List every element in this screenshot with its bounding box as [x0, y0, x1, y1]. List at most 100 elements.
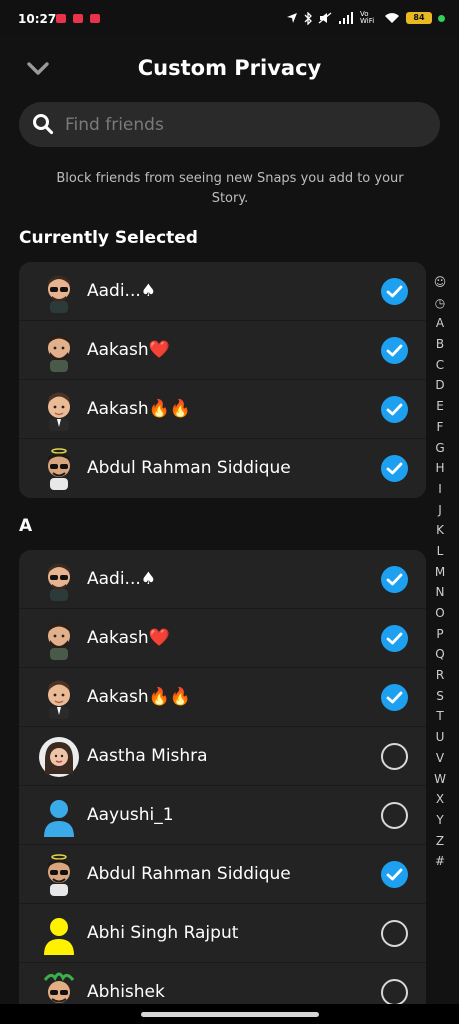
- alphabet-index[interactable]: ☺ ◷ A B C D E F G H I J K L M N O P Q R S T U V W X Y Z #: [430, 272, 450, 872]
- alphabet-index-letter[interactable]: W: [434, 769, 446, 790]
- friend-row[interactable]: Aadi...♠: [19, 550, 426, 609]
- section-title-currently-selected: Currently Selected: [19, 228, 198, 248]
- alphabet-index-letter[interactable]: U: [436, 727, 445, 748]
- header: Custom Privacy: [0, 36, 459, 100]
- alphabet-index-letter[interactable]: Y: [436, 810, 443, 831]
- friend-row[interactable]: Abdul Rahman Siddique: [19, 845, 426, 904]
- avatar: [39, 854, 79, 896]
- page-title: Custom Privacy: [137, 56, 322, 80]
- unchecked-checkbox[interactable]: [381, 920, 408, 947]
- checked-checkbox[interactable]: [381, 625, 408, 652]
- avatar: [39, 736, 79, 778]
- location-icon: [287, 13, 297, 23]
- search-icon: [33, 114, 54, 135]
- selected-friends-list: Aadi...♠ Aakash❤️ Aakash🔥🔥 Abdul Rahman Sid…: [19, 262, 426, 498]
- unchecked-checkbox[interactable]: [381, 743, 408, 770]
- friend-name: Aakash🔥🔥: [87, 687, 191, 707]
- app-notification-icon: [73, 14, 83, 23]
- friend-row[interactable]: Aadi...♠: [19, 262, 426, 321]
- alphabet-index-letter[interactable]: A: [436, 313, 444, 334]
- friend-name: Aadi...♠: [87, 569, 157, 589]
- avatar: [39, 389, 79, 431]
- friend-row[interactable]: Abdul Rahman Siddique: [19, 439, 426, 498]
- alphabet-index-letter[interactable]: V: [436, 748, 444, 769]
- alphabet-index-letter[interactable]: P: [436, 624, 443, 645]
- friends-list-a: Aadi...♠ Aakash❤️ Aakash🔥🔥 Aastha Mishra Aay…: [19, 550, 426, 1005]
- checked-checkbox[interactable]: [381, 278, 408, 305]
- friend-name: Abhi Singh Rajput: [87, 923, 239, 943]
- signal-icon: [339, 12, 353, 24]
- friend-row[interactable]: Abhi Singh Rajput: [19, 904, 426, 963]
- friend-row[interactable]: Aakash🔥🔥: [19, 668, 426, 727]
- description-text: Block friends from seeing new Snaps you …: [56, 171, 404, 206]
- battery-icon: 84: [406, 12, 432, 24]
- friend-name: Aadi...♠: [87, 281, 157, 301]
- alphabet-index-letter[interactable]: #: [435, 851, 445, 872]
- friend-row[interactable]: Aakash❤️: [19, 609, 426, 668]
- alphabet-index-letter[interactable]: B: [436, 334, 444, 355]
- app-notification-icon: [56, 14, 66, 23]
- wifi-icon: [385, 13, 399, 23]
- checked-checkbox[interactable]: [381, 566, 408, 593]
- alphabet-index-letter[interactable]: C: [436, 355, 444, 376]
- notification-icons: [56, 14, 100, 23]
- alphabet-index-letter[interactable]: L: [437, 541, 444, 562]
- unchecked-checkbox[interactable]: [381, 802, 408, 829]
- bluetooth-icon: [304, 11, 312, 25]
- home-indicator[interactable]: [141, 1012, 319, 1017]
- friend-row[interactable]: Aakash🔥🔥: [19, 380, 426, 439]
- alphabet-index-letter[interactable]: F: [437, 417, 444, 438]
- alphabet-index-letter[interactable]: H: [435, 458, 444, 479]
- checked-checkbox[interactable]: [381, 684, 408, 711]
- friend-name: Abdul Rahman Siddique: [87, 458, 291, 478]
- alphabet-index-letter[interactable]: X: [436, 789, 444, 810]
- alphabet-index-letter[interactable]: ◷: [435, 293, 445, 314]
- alphabet-index-letter[interactable]: E: [436, 396, 444, 417]
- green-dot-indicator: [438, 14, 445, 22]
- checked-checkbox[interactable]: [381, 861, 408, 888]
- alphabet-index-letter[interactable]: I: [438, 479, 442, 500]
- alphabet-index-letter[interactable]: Z: [436, 831, 444, 852]
- alphabet-index-letter[interactable]: J: [438, 500, 442, 521]
- alphabet-index-letter[interactable]: Q: [435, 644, 444, 665]
- friend-name: Aayushi_1: [87, 805, 174, 825]
- checked-checkbox[interactable]: [381, 396, 408, 423]
- checked-checkbox[interactable]: [381, 337, 408, 364]
- checked-checkbox[interactable]: [381, 455, 408, 482]
- search-bar[interactable]: [19, 102, 440, 147]
- status-bar: 10:27 Vo WiFi 84: [0, 0, 459, 36]
- avatar: [39, 795, 79, 837]
- alphabet-index-letter[interactable]: R: [436, 665, 444, 686]
- alphabet-index-letter[interactable]: M: [435, 562, 445, 583]
- vowifi-label: Vo WiFi: [360, 10, 375, 25]
- avatar: [39, 448, 79, 490]
- unchecked-checkbox[interactable]: [381, 979, 408, 1005]
- alphabet-index-letter[interactable]: K: [436, 520, 444, 541]
- avatar: [39, 618, 79, 660]
- avatar: [39, 913, 79, 955]
- alphabet-index-letter[interactable]: O: [435, 603, 444, 624]
- avatar: [39, 677, 79, 719]
- friend-row[interactable]: Aayushi_1: [19, 786, 426, 845]
- avatar: [39, 559, 79, 601]
- alphabet-index-letter[interactable]: G: [435, 438, 444, 459]
- status-icons: Vo WiFi 84: [286, 11, 445, 25]
- friend-name: Aakash🔥🔥: [87, 399, 191, 419]
- alphabet-index-letter[interactable]: ☺: [434, 272, 447, 293]
- mute-icon: [318, 12, 332, 24]
- alphabet-index-letter[interactable]: T: [436, 706, 443, 727]
- friend-name: Aastha Mishra: [87, 746, 208, 766]
- alphabet-index-letter[interactable]: N: [436, 582, 445, 603]
- friend-name: Aakash❤️: [87, 628, 170, 648]
- avatar: [39, 330, 79, 372]
- avatar: [39, 972, 79, 1005]
- friend-row[interactable]: Aakash❤️: [19, 321, 426, 380]
- search-input[interactable]: [65, 102, 425, 147]
- friend-row[interactable]: Aastha Mishra: [19, 727, 426, 786]
- alphabet-index-letter[interactable]: S: [436, 686, 444, 707]
- alphabet-index-letter[interactable]: D: [435, 375, 444, 396]
- friend-name: Abhishek: [87, 982, 165, 1002]
- friend-row[interactable]: Abhishek: [19, 963, 426, 1005]
- avatar: [39, 271, 79, 313]
- friend-name: Aakash❤️: [87, 340, 170, 360]
